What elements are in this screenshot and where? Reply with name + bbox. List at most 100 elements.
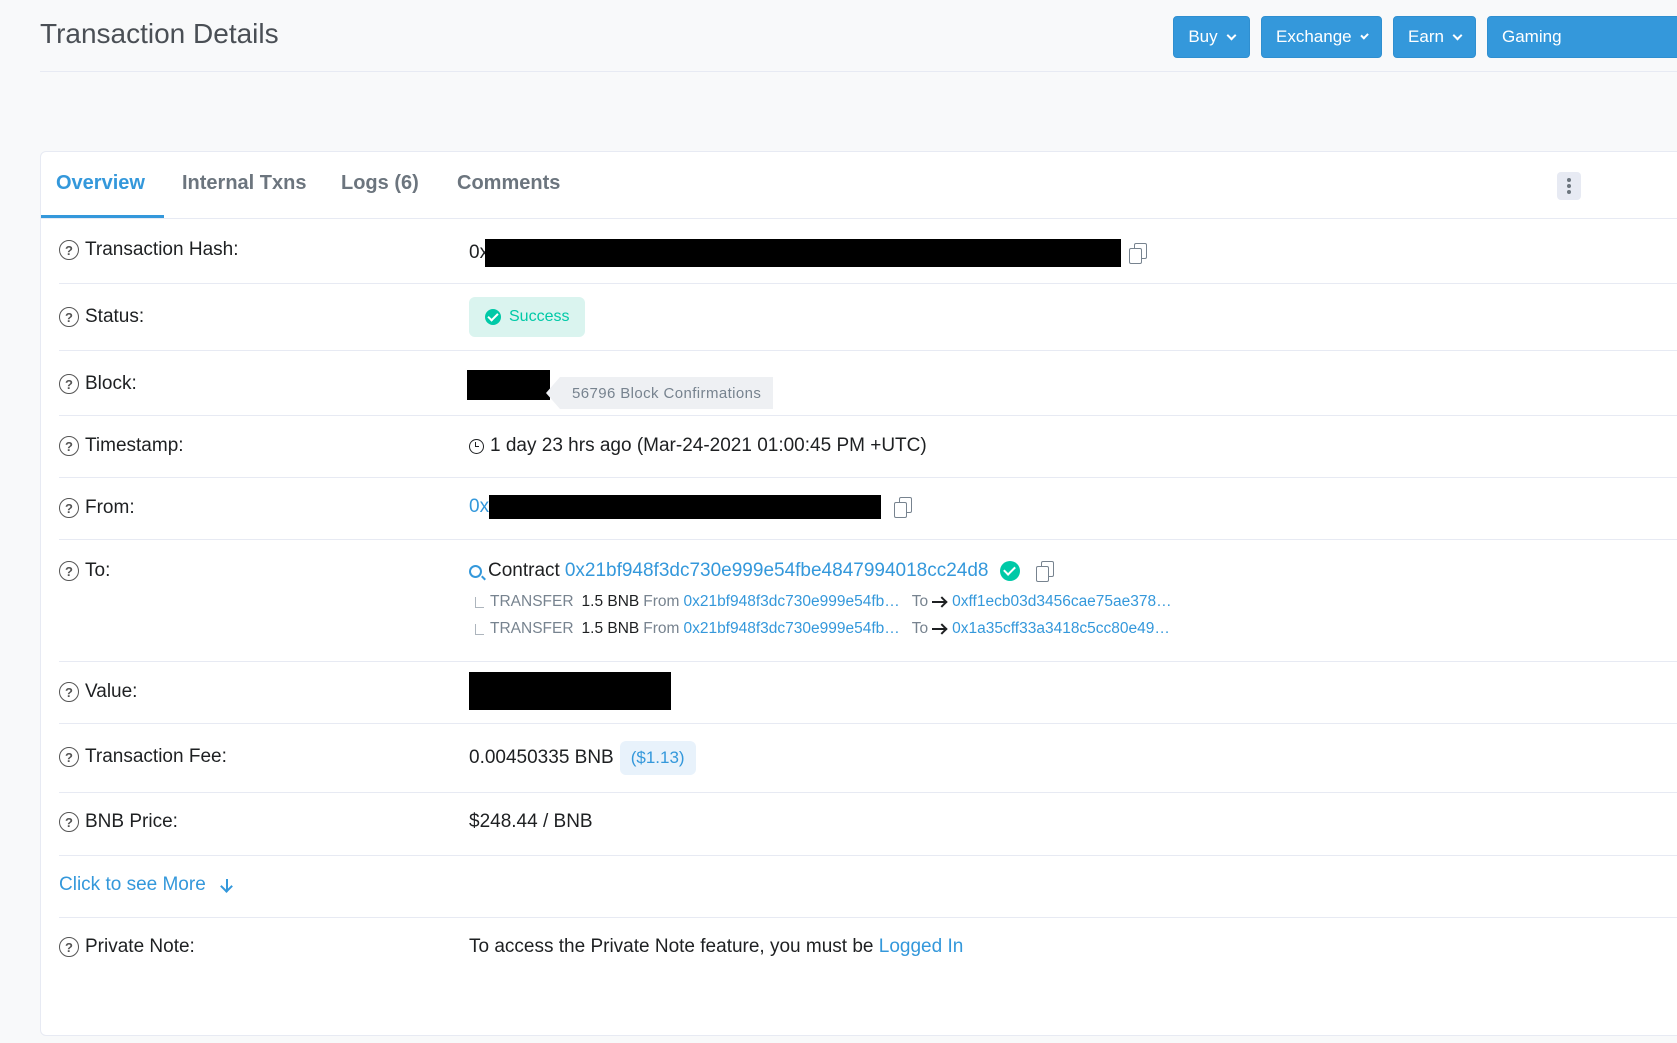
chevron-down-icon xyxy=(1359,30,1369,40)
price-text: $248.44 / BNB xyxy=(469,811,593,832)
row-see-more: Click to see More xyxy=(59,856,1677,918)
note-text: To access the Private Note feature, you … xyxy=(469,936,879,957)
login-link[interactable]: Logged In xyxy=(879,936,964,958)
chevron-down-icon xyxy=(1452,30,1463,40)
fee-value: 0.00450335 BNB ($1.13) xyxy=(469,741,696,775)
note-label-text: Private Note: xyxy=(85,936,195,957)
help-icon[interactable]: ? xyxy=(59,307,79,327)
transfer-from-word: From xyxy=(643,593,680,610)
arrow-down-icon xyxy=(225,879,228,891)
header-divider xyxy=(40,71,1677,72)
hash-label-text: Transaction Hash: xyxy=(85,239,239,260)
help-icon[interactable]: ? xyxy=(59,498,79,518)
block-label: ? Block: xyxy=(59,373,137,395)
arrow-right-icon xyxy=(932,628,947,630)
from-address-link[interactable]: 0x xyxy=(469,496,489,518)
transfer-type: TRANSFER xyxy=(490,593,574,610)
copy-icon[interactable] xyxy=(1035,561,1054,582)
to-label-text: To: xyxy=(85,560,111,581)
earn-button-label: Earn xyxy=(1408,27,1444,46)
status-label-text: Status: xyxy=(85,306,145,327)
exchange-button-label: Exchange xyxy=(1276,27,1352,46)
transfer-amount: 1.5 BNB xyxy=(581,593,640,610)
help-icon[interactable]: ? xyxy=(59,812,79,832)
search-icon xyxy=(469,564,482,578)
help-icon[interactable]: ? xyxy=(59,682,79,702)
exchange-button[interactable]: Exchange xyxy=(1261,16,1382,58)
verified-check-icon xyxy=(999,561,1020,581)
from-label: ? From: xyxy=(59,497,135,519)
value-label: ? Value: xyxy=(59,681,137,703)
row-transaction-hash: ? Transaction Hash: 0x xyxy=(59,219,1677,284)
status-value: Success xyxy=(469,297,586,337)
block-value: 56796 Block Confirmations xyxy=(467,361,774,409)
redacted-block-number xyxy=(467,370,550,400)
hash-value: 0x xyxy=(469,239,1148,267)
help-icon[interactable]: ? xyxy=(59,561,79,581)
contract-address-link[interactable]: 0x21bf948f3dc730e999e54fbe4847994018cc24… xyxy=(565,560,989,582)
transfer-type: TRANSFER xyxy=(490,620,574,637)
timestamp-value: 1 day 23 hrs ago (Mar-24-2021 01:00:45 P… xyxy=(469,435,927,457)
transfer-from-link[interactable]: 0x21bf948f3dc730e999e54fb… xyxy=(683,593,899,611)
transfer-to-link[interactable]: 0xff1ecb03d3456cae75ae378… xyxy=(952,593,1172,611)
gaming-button-label: Gaming xyxy=(1502,27,1562,46)
transfer-to-link[interactable]: 0x1a35cff33a3418c5cc80e49… xyxy=(952,620,1170,638)
status-badge: Success xyxy=(469,297,586,337)
fee-label-text: Transaction Fee: xyxy=(85,746,227,767)
buy-button[interactable]: Buy xyxy=(1173,16,1250,58)
price-label: ? BNB Price: xyxy=(59,811,178,833)
row-to: ? To: Contract 0x21bf948f3dc730e999e54fb… xyxy=(59,540,1677,662)
to-label: ? To: xyxy=(59,560,110,582)
note-value: To access the Private Note feature, you … xyxy=(469,936,963,958)
transaction-card: Overview Internal Txns Logs (6) Comments… xyxy=(40,151,1677,1036)
corner-icon xyxy=(475,623,484,635)
clock-icon xyxy=(469,438,484,454)
fee-label: ? Transaction Fee: xyxy=(59,746,227,768)
help-icon[interactable]: ? xyxy=(59,240,79,260)
tab-overview[interactable]: Overview xyxy=(56,172,145,195)
value-value xyxy=(469,672,671,710)
transfer-amount: 1.5 BNB xyxy=(581,620,640,637)
buy-button-label: Buy xyxy=(1188,27,1218,46)
transfer-line: TRANSFER 1.5 BNB From 0x21bf948f3dc730e9… xyxy=(469,620,1170,638)
check-circle-icon xyxy=(485,309,501,325)
help-icon[interactable]: ? xyxy=(59,436,79,456)
note-label: ? Private Note: xyxy=(59,936,195,958)
confirmations-badge: 56796 Block Confirmations xyxy=(546,377,774,409)
help-icon[interactable]: ? xyxy=(59,937,79,957)
to-value: Contract 0x21bf948f3dc730e999e54fbe48479… xyxy=(469,560,1054,582)
from-label-text: From: xyxy=(85,497,135,518)
chevron-down-icon xyxy=(1226,30,1237,40)
see-more-text: Click to see More xyxy=(59,874,206,895)
transfer-from-link[interactable]: 0x21bf948f3dc730e999e54fb… xyxy=(683,620,899,638)
redacted-hash xyxy=(485,239,1122,267)
gaming-button[interactable]: Gaming xyxy=(1487,16,1677,58)
page-title: Transaction Details xyxy=(40,18,279,49)
copy-icon[interactable] xyxy=(894,497,913,518)
status-label: ? Status: xyxy=(59,306,144,328)
row-from: ? From: 0x xyxy=(59,478,1677,540)
tab-bar: Overview Internal Txns Logs (6) Comments xyxy=(41,152,1677,219)
tab-logs[interactable]: Logs (6) xyxy=(341,172,419,195)
tab-comments[interactable]: Comments xyxy=(457,172,560,195)
contract-word: Contract xyxy=(488,560,560,581)
help-icon[interactable]: ? xyxy=(59,374,79,394)
from-value: 0x xyxy=(469,495,913,519)
copy-icon[interactable] xyxy=(1129,243,1148,264)
more-options-icon[interactable] xyxy=(1557,172,1581,200)
earn-button[interactable]: Earn xyxy=(1393,16,1476,58)
row-bnb-price: ? BNB Price: $248.44 / BNB xyxy=(59,793,1677,856)
timestamp-text: 1 day 23 hrs ago (Mar-24-2021 01:00:45 P… xyxy=(490,435,927,456)
redacted-from-address xyxy=(489,495,882,519)
timestamp-label: ? Timestamp: xyxy=(59,435,184,457)
corner-icon xyxy=(475,596,484,608)
fee-usd-badge: ($1.13) xyxy=(619,741,696,775)
row-block: ? Block: 56796 Block Confirmations xyxy=(59,351,1677,416)
block-label-text: Block: xyxy=(85,373,137,394)
help-icon[interactable]: ? xyxy=(59,747,79,767)
tab-internal-txns[interactable]: Internal Txns xyxy=(182,172,306,195)
transfer-from-word: From xyxy=(643,620,680,637)
redacted-value xyxy=(469,672,671,710)
see-more-link[interactable]: Click to see More xyxy=(59,874,228,896)
row-transaction-fee: ? Transaction Fee: 0.00450335 BNB ($1.13… xyxy=(59,724,1677,793)
